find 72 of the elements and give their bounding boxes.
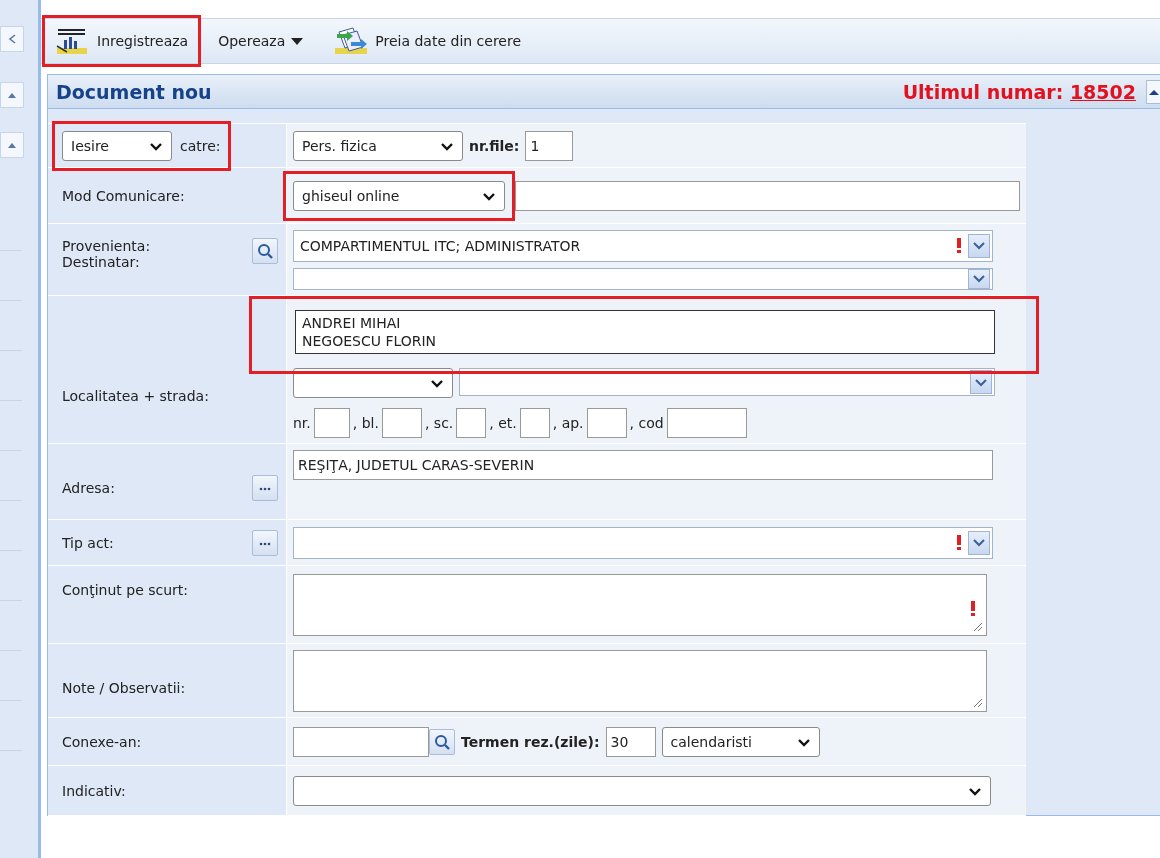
field-label: Conţinut pe scurt: [62,582,189,598]
collapse-button[interactable] [1146,79,1160,104]
field-label: , cod [629,415,664,431]
field-label: , ap. [552,415,584,431]
search-icon [257,243,273,259]
collapse-icon [7,33,17,45]
toolbar-button[interactable]: Preia date din cerere [329,22,526,60]
chevron-down-icon [430,377,444,389]
toolbar-button[interactable]: Inregistreaza [51,22,193,60]
field-label: catre: [180,137,221,154]
input-field[interactable] [666,408,747,438]
direction-select[interactable]: Iesire [62,130,172,161]
dropdown-button[interactable] [968,233,990,258]
field-label: Destinatar: [62,254,141,270]
select-field[interactable] [293,775,991,806]
field-label: Tip act: [62,534,115,551]
text-area[interactable] [293,649,987,712]
chevron-down-icon [973,538,985,547]
select-field[interactable]: Pers. fizica [293,130,463,161]
field-label: , sc. [424,415,454,431]
input-field[interactable]: 1 [525,130,574,161]
field-label: Provenienta: [62,238,152,254]
caret-icon [1147,87,1160,96]
input-field[interactable]: 30 [605,726,656,757]
panel-title: Document nou [56,80,212,103]
dropdown-button[interactable] [970,370,992,394]
resize-grip-icon [972,696,984,709]
input-field[interactable] [381,408,422,438]
chevron-down-icon [973,241,985,250]
communication-select[interactable]: ghiseul online [293,180,505,211]
last-number-link[interactable]: 18502 [1069,80,1136,103]
field-label: Localitatea + strada: [62,388,209,404]
last-number-text: Ultimul numar: 18502 [902,80,1136,103]
input-field[interactable] [313,408,350,438]
menu-button[interactable]: Opereaza [214,29,308,53]
field-label: Indicativ: [62,782,126,799]
combo-field[interactable] [293,526,993,559]
input-field[interactable]: REŞIŢA, JUDETUL CARAS-SEVERIN [293,450,993,480]
search-button[interactable] [429,728,455,755]
dropdown-button[interactable] [968,530,990,555]
text-area[interactable] [293,573,987,636]
field-label: , bl. [352,415,379,431]
field-label: nr. [293,415,311,431]
combo-field[interactable] [459,368,995,396]
suggestion-item[interactable]: ANDREI MIHAI [302,314,988,331]
field-label: Note / Observatii: [62,679,186,696]
more-button[interactable] [252,529,278,556]
input-field[interactable] [456,408,487,438]
chevron-down-icon [975,377,987,387]
search-button[interactable] [252,238,278,264]
field-label: Termen rez.(zile): [461,733,600,750]
chevron-down-icon [973,274,985,283]
field-label: nr.file: [469,137,520,154]
dropdown-button[interactable] [968,268,990,289]
documents-arrows-icon [333,26,370,56]
unit-select[interactable]: calendaristi [661,726,820,757]
field-label: Conexe-an: [62,733,142,750]
input-field[interactable] [519,408,550,438]
select-field[interactable] [293,368,453,398]
combo-field[interactable]: COMPARTIMENTUL ITC; ADMINISTRATOR [293,229,993,262]
input-field[interactable] [293,726,429,757]
more-button[interactable] [252,474,278,501]
input-field[interactable] [586,408,627,438]
combo-field[interactable] [293,267,993,290]
caret-icon [291,37,304,45]
search-icon [434,733,450,750]
field-label: , et. [489,415,517,431]
field-label: Adresa: [62,479,116,496]
input-field[interactable] [515,180,1020,211]
suggestion-item[interactable]: NEGOESCU FLORIN [302,332,988,349]
field-label: Mod Comunicare: [62,187,185,204]
resize-grip-icon [972,620,984,633]
